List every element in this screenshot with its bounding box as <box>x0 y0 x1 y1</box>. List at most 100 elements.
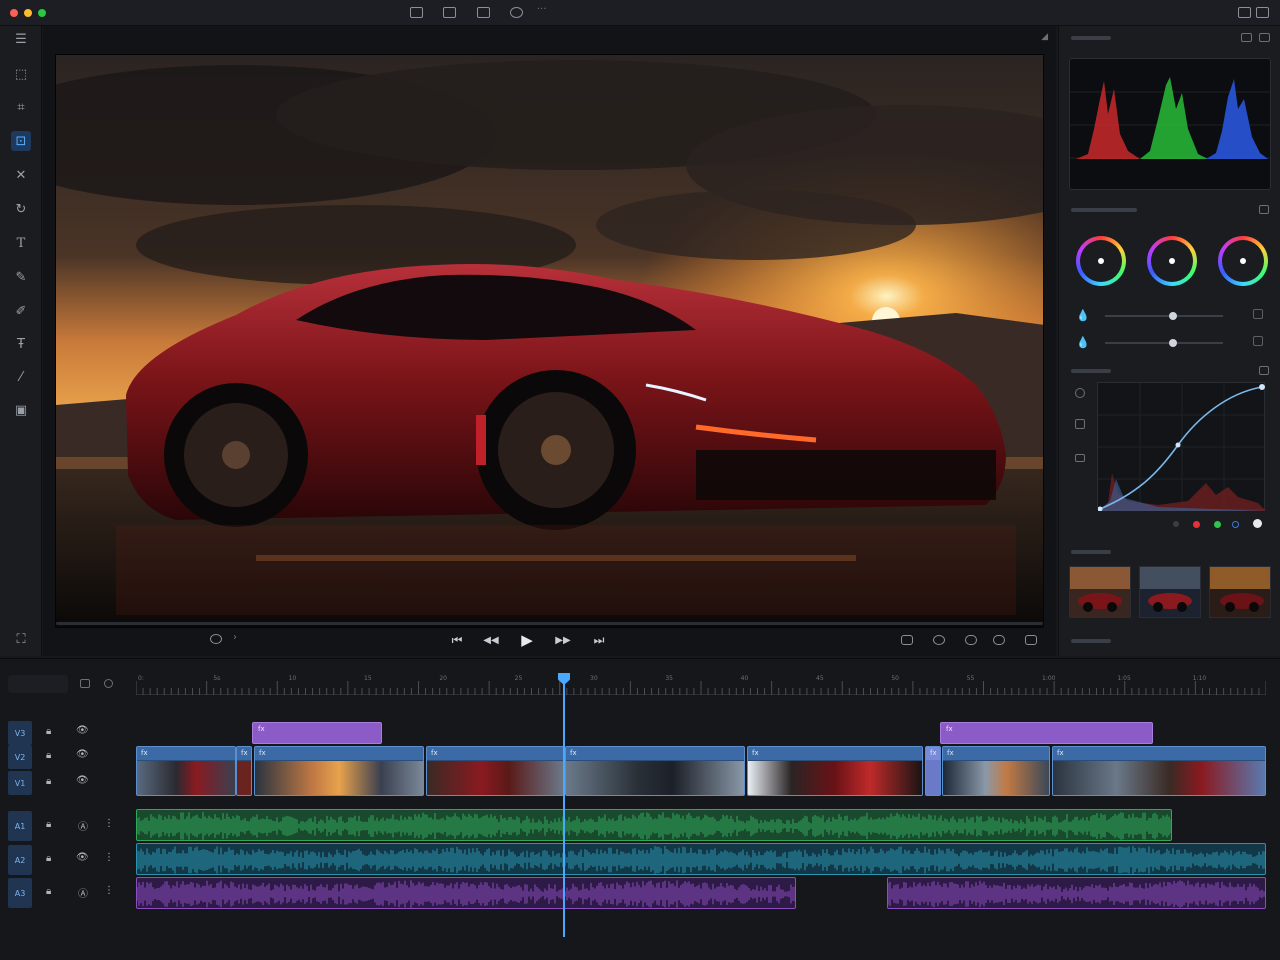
curves-settings-icon[interactable] <box>1259 366 1269 375</box>
wheels-reset-icon[interactable] <box>1259 205 1269 214</box>
hue-slider[interactable] <box>1105 339 1223 347</box>
gallery-still-1[interactable] <box>1069 566 1131 618</box>
channel-luma-dot[interactable] <box>1173 521 1179 527</box>
color-box-icon[interactable]: ▣ <box>11 400 31 420</box>
text-icon[interactable]: T <box>11 233 31 253</box>
skip-to-start-button[interactable]: ⏮ <box>443 630 471 650</box>
video-clip[interactable]: fx <box>942 746 1050 796</box>
track-label-v3[interactable]: V3 <box>8 721 32 745</box>
video-clip[interactable]: fx <box>254 746 424 796</box>
track-menu-icon[interactable]: ⋮ <box>104 885 114 896</box>
lift-color-wheel[interactable] <box>1076 236 1126 286</box>
timeline-snap-icon[interactable] <box>80 679 90 688</box>
chat-icon[interactable] <box>993 635 1005 645</box>
minimize-window-button[interactable] <box>24 9 32 17</box>
track-label-a3[interactable]: A3 <box>8 878 32 908</box>
lock-icon[interactable]: 🔒︎ <box>46 726 51 737</box>
timeline-link-icon[interactable] <box>104 679 113 688</box>
timeline-ruler[interactable]: 0:5s101520253035404550551:001:051:101:15 <box>135 673 1280 695</box>
brush-icon[interactable]: ✐ <box>11 301 31 321</box>
scope-expand-icon[interactable] <box>1259 33 1270 42</box>
circle-view-icon[interactable] <box>510 7 523 18</box>
crop-icon[interactable]: ⌗ <box>11 97 31 117</box>
mute-icon[interactable]: Ⓐ <box>78 818 88 833</box>
title-clip[interactable]: fx <box>940 722 1153 744</box>
curve-link-icon[interactable] <box>1075 454 1085 462</box>
gallery-still-3[interactable] <box>1209 566 1271 618</box>
grid-view-icon[interactable] <box>443 7 456 18</box>
saturation-slider[interactable] <box>1105 312 1223 320</box>
video-clip[interactable]: fx <box>136 746 236 796</box>
menu-lines-icon[interactable]: ☰ <box>11 29 31 49</box>
curves-editor[interactable] <box>1097 382 1266 512</box>
saturation-reset-icon[interactable] <box>1253 309 1263 319</box>
export-frame-icon[interactable] <box>1025 635 1037 645</box>
text-path-icon[interactable]: Ŧ <box>11 334 31 354</box>
maximize-window-button[interactable] <box>38 9 46 17</box>
eyedropper-icon[interactable]: ⁄ <box>11 367 31 387</box>
zoom-icon[interactable] <box>933 635 945 645</box>
video-clip[interactable]: fx <box>747 746 923 796</box>
play-button[interactable]: ▶ <box>515 630 539 650</box>
pen-icon[interactable]: ✎ <box>11 267 31 287</box>
compare-icon[interactable] <box>965 635 977 645</box>
more-icon[interactable]: ··· <box>537 4 547 15</box>
audio-clip-a1[interactable] <box>136 809 1172 841</box>
video-clip[interactable]: fx <box>1052 746 1266 796</box>
select-icon[interactable]: ⬚ <box>11 64 31 84</box>
visibility-eye-icon[interactable]: 👁︎ <box>76 775 89 786</box>
track-label-v1[interactable]: V1 <box>8 771 32 795</box>
skip-to-end-button[interactable]: ⏭ <box>585 630 613 650</box>
lock-icon[interactable]: 🔒︎ <box>46 750 51 761</box>
lock-icon[interactable]: 🔒︎ <box>46 886 51 897</box>
single-view-icon[interactable] <box>410 7 423 18</box>
track-label-a2[interactable]: A2 <box>8 845 32 875</box>
video-clip[interactable]: fx <box>236 746 252 796</box>
visibility-eye-icon[interactable]: 👁︎ <box>76 725 89 736</box>
preview-frame[interactable] <box>55 54 1044 628</box>
track-label-a1[interactable]: A1 <box>8 811 32 841</box>
scope-settings-icon[interactable] <box>1241 33 1252 42</box>
video-clip[interactable]: fx <box>426 746 564 796</box>
panel-left-icon[interactable] <box>1238 7 1251 18</box>
transform-icon[interactable]: ⊡ <box>11 131 31 151</box>
track-menu-icon[interactable]: ⋮ <box>104 818 114 829</box>
panel-right-icon[interactable] <box>1256 7 1269 18</box>
mute-icon[interactable]: Ⓐ <box>78 885 88 900</box>
viewer-collapse-icon[interactable]: ◢ <box>1041 32 1048 42</box>
track-label-v2[interactable]: V2 <box>8 745 32 769</box>
hue-reset-icon[interactable] <box>1253 336 1263 346</box>
rotate-icon[interactable]: ↻ <box>11 199 31 219</box>
gamma-color-wheel[interactable] <box>1147 236 1197 286</box>
curve-reset-icon[interactable] <box>1075 419 1085 429</box>
lock-icon[interactable]: 🔒︎ <box>46 776 51 787</box>
channel-green-dot[interactable] <box>1214 521 1221 528</box>
loop-chevron[interactable]: › <box>233 632 237 643</box>
audio-clip-a3[interactable] <box>887 877 1266 909</box>
safe-area-icon[interactable] <box>901 635 913 645</box>
title-clip[interactable]: fx <box>252 722 382 744</box>
channel-red-dot[interactable] <box>1193 521 1200 528</box>
lock-icon[interactable]: 🔒︎ <box>46 819 51 830</box>
visibility-eye-icon[interactable]: 👁︎ <box>76 749 89 760</box>
loop-icon[interactable] <box>210 634 222 644</box>
expand-icon[interactable]: ✕ <box>11 165 31 185</box>
visibility-eye-icon[interactable]: 👁︎ <box>76 852 89 863</box>
video-clip[interactable]: fx <box>925 746 941 796</box>
lock-icon[interactable]: 🔒︎ <box>46 853 51 864</box>
close-window-button[interactable] <box>10 9 18 17</box>
viewer-scrubber[interactable] <box>56 622 1043 625</box>
gallery-still-2[interactable] <box>1139 566 1201 618</box>
curve-point-icon[interactable] <box>1075 388 1085 398</box>
timeline-search-field[interactable] <box>8 675 68 693</box>
frame-view-icon[interactable] <box>477 7 490 18</box>
fast-forward-button[interactable]: ▶▶ <box>551 630 575 650</box>
rewind-button[interactable]: ◀◀ <box>479 630 503 650</box>
video-clip[interactable]: fx <box>565 746 745 796</box>
channel-blue-dot[interactable] <box>1232 521 1239 528</box>
gain-color-wheel[interactable] <box>1218 236 1268 286</box>
track-menu-icon[interactable]: ⋮ <box>104 852 114 863</box>
channel-white-dot[interactable] <box>1253 519 1262 528</box>
audio-clip-a3[interactable] <box>136 877 796 909</box>
fullscreen-icon[interactable]: ⛶ <box>11 629 31 649</box>
